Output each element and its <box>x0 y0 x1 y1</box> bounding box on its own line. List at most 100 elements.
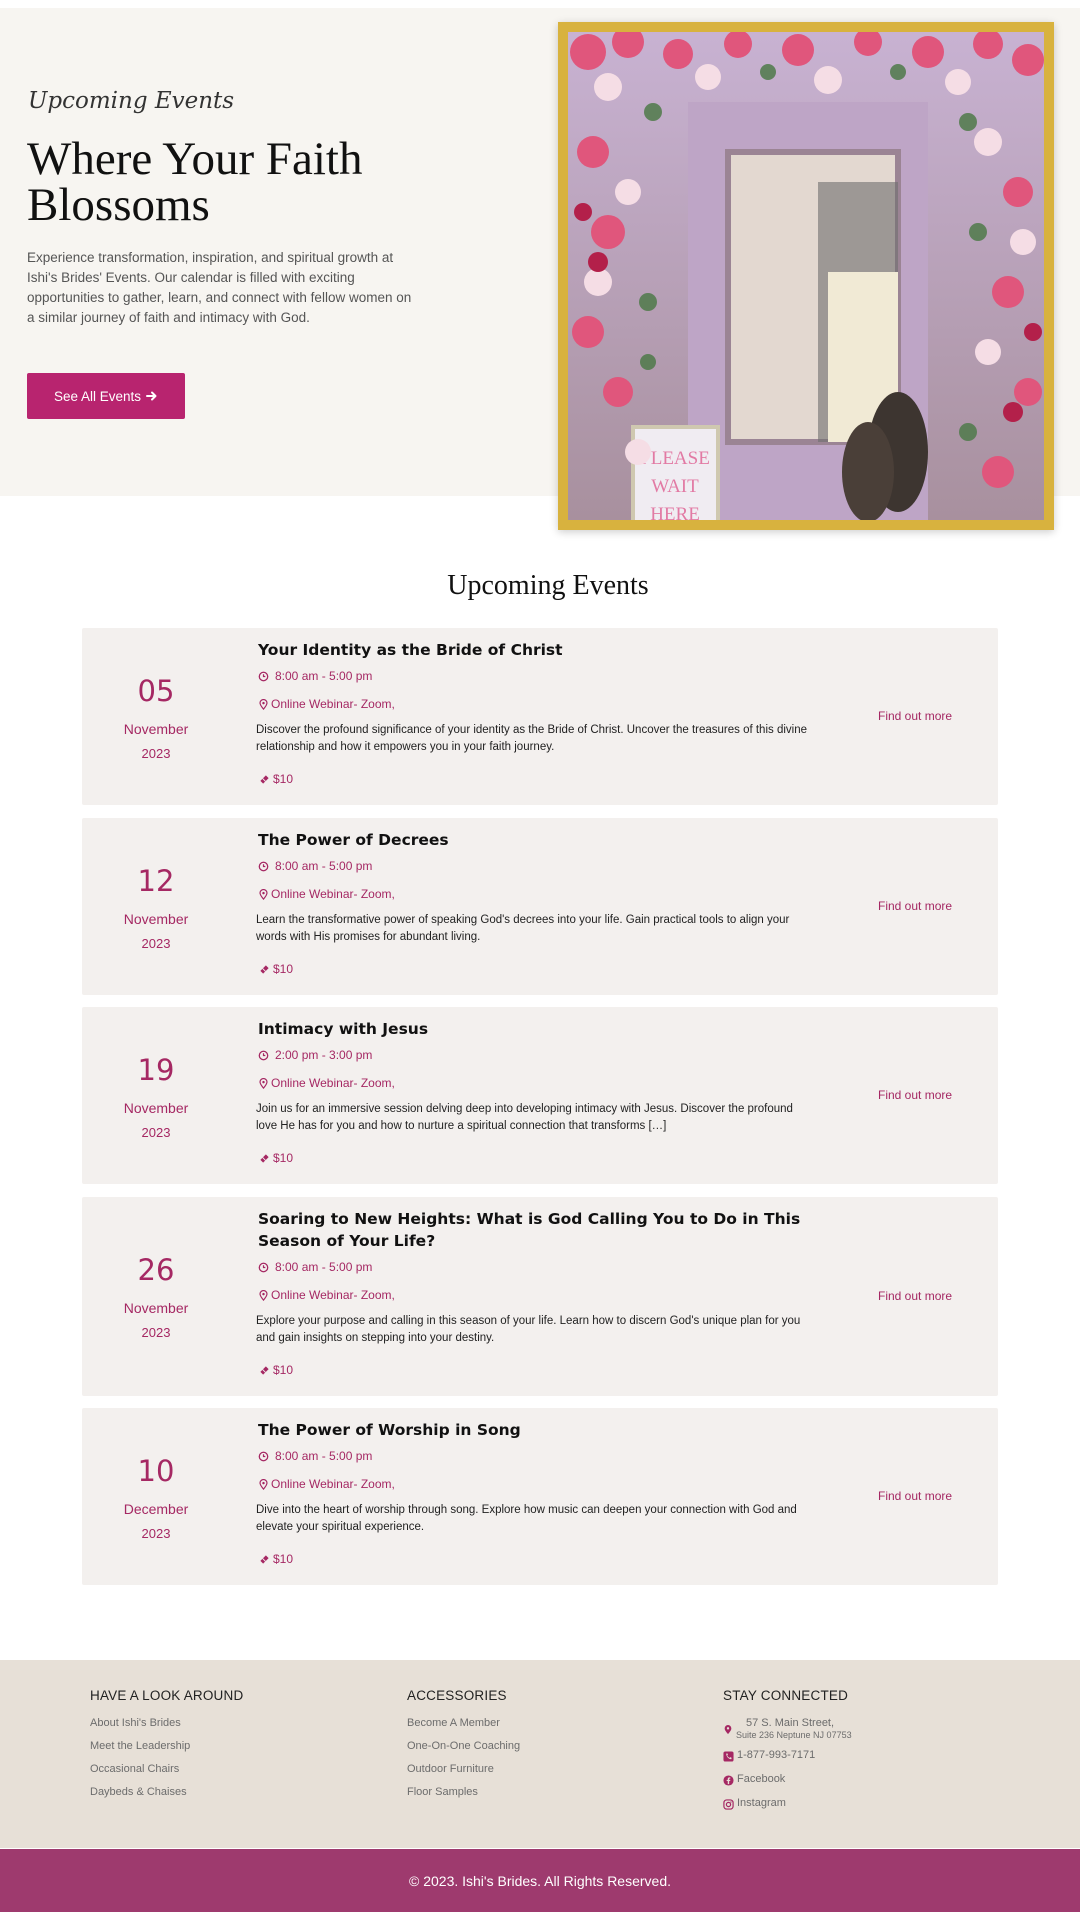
event-time-text: 8:00 am - 5:00 pm <box>275 1260 373 1274</box>
map-pin-icon <box>258 888 269 900</box>
footer-column-look-around: HAVE A LOOK AROUND About Ishi's Brides M… <box>90 1688 243 1809</box>
event-location: Online Webinar- Zoom, <box>258 1288 395 1302</box>
see-all-events-label: See All Events <box>53 388 142 404</box>
event-price-text: $10 <box>273 1552 294 1566</box>
map-pin-icon <box>258 698 269 710</box>
find-out-more-link[interactable]: Find out more <box>878 899 952 913</box>
footer-phone[interactable]: 1-877-993-7171 <box>723 1749 852 1765</box>
event-day: 26 <box>137 1253 175 1287</box>
find-out-more-link[interactable]: Find out more <box>878 1088 952 1102</box>
event-description: Learn the transformative power of speaki… <box>256 914 790 943</box>
event-title[interactable]: The Power of Worship in Song <box>258 1419 818 1441</box>
event-year: 2023 <box>141 936 171 951</box>
facebook-icon <box>723 1775 734 1789</box>
footer-facebook-link[interactable]: Facebook <box>723 1773 852 1789</box>
ticket-icon <box>259 1153 270 1164</box>
event-location-text: Online Webinar- Zoom, <box>271 1477 395 1491</box>
event-day: 05 <box>137 674 175 708</box>
event-description: Discover the profound significance of yo… <box>256 724 807 753</box>
event-date: 19 November 2023 <box>82 1053 230 1141</box>
ticket-icon <box>259 1365 270 1376</box>
footer-instagram-text: Instagram <box>737 1797 786 1809</box>
event-location-text: Online Webinar- Zoom, <box>271 697 395 711</box>
svg-text:WAIT: WAIT <box>651 476 699 497</box>
instagram-icon <box>723 1799 734 1813</box>
event-price-text: $10 <box>273 962 294 976</box>
event-location-text: Online Webinar- Zoom, <box>271 1288 395 1302</box>
event-price: $10 <box>259 1552 293 1566</box>
footer-link-leadership[interactable]: Meet the Leadership <box>90 1740 243 1753</box>
footer-link-outdoor-furniture[interactable]: Outdoor Furniture <box>407 1763 520 1776</box>
footer-link-become-member[interactable]: Become A Member <box>407 1717 520 1730</box>
find-out-more-link[interactable]: Find out more <box>878 1289 952 1303</box>
footer-link-about[interactable]: About Ishi's Brides <box>90 1717 243 1730</box>
find-out-more-link[interactable]: Find out more <box>878 1489 952 1503</box>
find-out-more-link[interactable]: Find out more <box>878 709 952 723</box>
event-price-text: $10 <box>273 1151 294 1165</box>
hero-description: Experience transformation, inspiration, … <box>27 250 412 325</box>
phone-icon <box>723 1751 734 1765</box>
events-section-title: Upcoming Events <box>447 570 649 601</box>
arrow-right-icon <box>146 390 158 402</box>
event-title[interactable]: Your Identity as the Bride of Christ <box>258 639 818 661</box>
footer-link-daybeds[interactable]: Daybeds & Chaises <box>90 1786 243 1799</box>
footer-link-floor-samples[interactable]: Floor Samples <box>407 1786 520 1799</box>
event-date: 12 November 2023 <box>82 864 230 952</box>
hero-image-frame: PLEASE WAIT HERE <box>558 22 1054 530</box>
footer-link-occasional-chairs[interactable]: Occasional Chairs <box>90 1763 243 1776</box>
event-date: 10 December 2023 <box>82 1454 230 1542</box>
event-year: 2023 <box>141 1325 171 1340</box>
map-pin-icon <box>258 1478 269 1490</box>
footer-heading: STAY CONNECTED <box>723 1688 849 1703</box>
hero-title: Where Your Faith Blossoms <box>27 133 363 231</box>
event-card: 05 November 2023 Your Identity as the Br… <box>82 628 998 805</box>
event-month: November <box>123 721 189 737</box>
ticket-icon <box>259 964 270 975</box>
map-pin-icon <box>723 1724 733 1738</box>
event-card: 19 November 2023 Intimacy with Jesus 2:0… <box>82 1007 998 1184</box>
event-year: 2023 <box>141 1526 171 1541</box>
event-title[interactable]: Intimacy with Jesus <box>258 1018 818 1040</box>
footer-facebook-text: Facebook <box>737 1773 786 1785</box>
clock-icon <box>258 1451 269 1462</box>
footer-heading: ACCESSORIES <box>407 1688 507 1703</box>
event-title[interactable]: The Power of Decrees <box>258 829 818 851</box>
flower-doorway-image: PLEASE WAIT HERE <box>568 32 1044 520</box>
footer-address-line2: Suite 236 Neptune NJ 07753 <box>736 1730 852 1740</box>
hero-kicker: Upcoming Events <box>28 88 235 114</box>
event-month: November <box>123 1300 189 1316</box>
footer-address: 57 S. Main Street, Suite 236 Neptune NJ … <box>723 1717 852 1741</box>
event-card: 10 December 2023 The Power of Worship in… <box>82 1408 998 1585</box>
event-price-text: $10 <box>273 772 294 786</box>
see-all-events-button[interactable]: See All Events <box>27 373 185 419</box>
event-time-text: 8:00 am - 5:00 pm <box>275 859 373 873</box>
event-price-text: $10 <box>273 1363 294 1377</box>
footer-heading: HAVE A LOOK AROUND <box>90 1688 244 1703</box>
ticket-icon <box>259 774 270 785</box>
event-price: $10 <box>259 772 293 786</box>
event-location: Online Webinar- Zoom, <box>258 887 395 901</box>
event-description: Dive into the heart of worship through s… <box>256 1504 797 1533</box>
event-year: 2023 <box>141 1125 171 1140</box>
event-time-text: 2:00 pm - 3:00 pm <box>275 1048 373 1062</box>
footer-instagram-link[interactable]: Instagram <box>723 1797 852 1813</box>
event-time: 8:00 am - 5:00 pm <box>258 1260 372 1274</box>
event-title[interactable]: Soaring to New Heights: What is God Call… <box>258 1208 818 1252</box>
copyright-text: © 2023. Ishi's Brides. All Rights Reserv… <box>409 1872 671 1889</box>
clock-icon <box>258 1050 269 1061</box>
svg-text:HERE: HERE <box>650 504 700 520</box>
event-month: November <box>123 911 189 927</box>
event-time-text: 8:00 am - 5:00 pm <box>275 1449 373 1463</box>
event-time: 8:00 am - 5:00 pm <box>258 1449 372 1463</box>
copyright-bar: © 2023. Ishi's Brides. All Rights Reserv… <box>0 1849 1080 1912</box>
footer-phone-text: 1-877-993-7171 <box>737 1749 816 1761</box>
ticket-icon <box>259 1554 270 1565</box>
footer-link-coaching[interactable]: One-On-One Coaching <box>407 1740 520 1753</box>
footer: HAVE A LOOK AROUND About Ishi's Brides M… <box>0 1660 1080 1848</box>
event-location: Online Webinar- Zoom, <box>258 1477 395 1491</box>
event-day: 19 <box>137 1053 175 1087</box>
map-pin-icon <box>258 1289 269 1301</box>
event-description: Explore your purpose and calling in this… <box>256 1315 801 1344</box>
map-pin-icon <box>258 1077 269 1089</box>
footer-address-line1: 57 S. Main Street, <box>746 1717 835 1729</box>
